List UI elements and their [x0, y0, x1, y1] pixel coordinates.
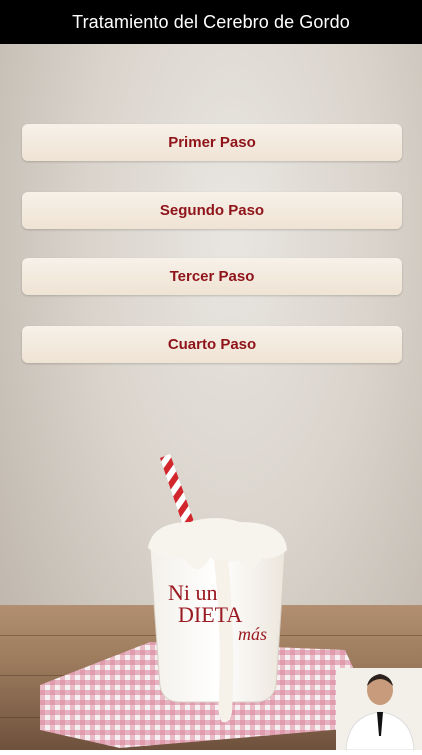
segundo-paso-label: Segundo Paso	[159, 202, 265, 219]
tercer-paso-button[interactable]: Tercer Paso	[22, 258, 402, 295]
app-titlebar: Tratamiento del Cerebro de Gordo	[0, 0, 422, 44]
doctor-avatar	[336, 668, 422, 751]
svg-text:DIETA: DIETA	[178, 602, 242, 627]
tercer-paso-label: Tercer Paso	[169, 268, 255, 285]
svg-text:más: más	[238, 624, 267, 644]
milkshake-scene: Ni un DIETA más	[0, 430, 422, 751]
primer-paso-label: Primer Paso	[168, 134, 256, 151]
cuarto-paso-label: Cuarto Paso	[167, 336, 257, 353]
app-title: Tratamiento del Cerebro de Gordo	[72, 11, 350, 32]
logo-line-3: más	[238, 624, 267, 644]
primer-paso-button[interactable]: Primer Paso	[22, 124, 402, 161]
app-screen: Tratamiento del Cerebro de Gordo Primer …	[0, 0, 422, 751]
cuarto-paso-button[interactable]: Cuarto Paso	[22, 326, 402, 363]
segundo-paso-button[interactable]: Segundo Paso	[22, 192, 402, 229]
logo-line-2: DIETA	[178, 602, 242, 627]
